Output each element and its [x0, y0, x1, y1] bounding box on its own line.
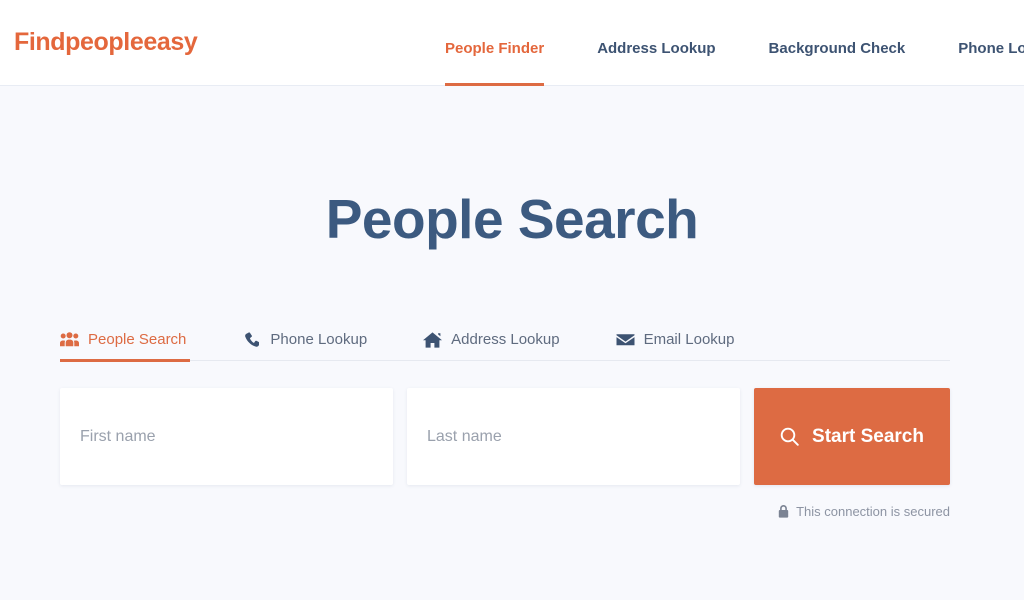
- search-icon: [780, 427, 799, 446]
- main-content: People Search People Search Phone Lookup…: [0, 86, 1024, 600]
- search-form: Start Search: [60, 388, 950, 485]
- page-title: People Search: [325, 188, 699, 250]
- site-logo[interactable]: Findpeopleeasy: [14, 30, 198, 55]
- tab-label: Phone Lookup: [270, 331, 368, 348]
- nav-item-label: People Finder: [445, 39, 545, 57]
- last-name-input[interactable]: [407, 388, 740, 485]
- nav-item-label: Background Check: [768, 39, 906, 57]
- envelope-icon: [616, 331, 635, 348]
- main-navigation: People Finder Address Lookup Background …: [445, 0, 1024, 86]
- nav-item-address-lookup[interactable]: Address Lookup: [597, 0, 715, 86]
- nav-item-people-finder[interactable]: People Finder: [445, 0, 545, 86]
- start-search-button[interactable]: Start Search: [754, 388, 950, 485]
- nav-item-label: Phone Lookup: [958, 39, 1024, 57]
- tab-phone-lookup[interactable]: Phone Lookup: [242, 331, 385, 360]
- first-name-input[interactable]: [60, 388, 393, 485]
- tab-label: People Search: [88, 331, 187, 348]
- users-icon: [60, 331, 79, 348]
- nav-item-phone-lookup[interactable]: Phone Lookup: [958, 0, 1024, 86]
- tab-people-search[interactable]: People Search: [60, 331, 204, 362]
- search-widget: People Search Phone Lookup Address Looku…: [60, 331, 950, 519]
- secure-connection-note: This connection is secured: [60, 504, 950, 519]
- home-icon: [423, 331, 443, 348]
- lock-icon: [778, 505, 789, 518]
- nav-item-background-check[interactable]: Background Check: [769, 0, 906, 86]
- tab-address-lookup[interactable]: Address Lookup: [423, 331, 577, 360]
- tab-email-lookup[interactable]: Email Lookup: [616, 331, 753, 360]
- tab-label: Email Lookup: [643, 331, 735, 348]
- site-header: Findpeopleeasy People Finder Address Loo…: [0, 0, 1024, 86]
- nav-item-label: Address Lookup: [597, 39, 716, 57]
- secure-connection-label: This connection is secured: [796, 504, 950, 519]
- start-search-label: Start Search: [812, 425, 924, 447]
- tab-label: Address Lookup: [451, 331, 560, 348]
- phone-icon: [242, 331, 261, 348]
- search-tabs: People Search Phone Lookup Address Looku…: [60, 331, 950, 362]
